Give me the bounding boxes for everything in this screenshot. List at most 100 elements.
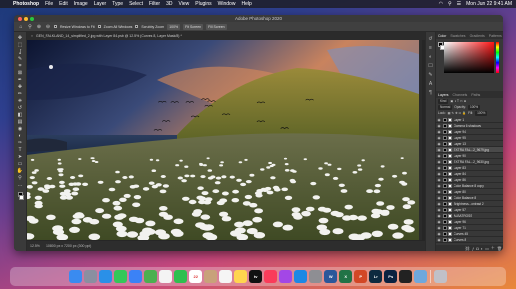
layer-mask-thumbnail[interactable] xyxy=(448,225,452,230)
dock-safari-icon[interactable] xyxy=(99,270,113,283)
scrubby-zoom-checkbox[interactable] xyxy=(135,25,139,28)
menu-help[interactable]: Help xyxy=(238,1,254,7)
layer-mask-thumbnail[interactable] xyxy=(448,219,452,224)
dock-mail-icon[interactable] xyxy=(129,270,143,283)
dock-finder-icon[interactable] xyxy=(69,270,83,283)
hand-icon[interactable]: ✋ xyxy=(17,168,24,175)
dock-contacts-icon[interactable] xyxy=(204,270,218,283)
zoom-in-icon[interactable]: ⊕ xyxy=(36,24,42,30)
frame-icon[interactable]: ⊠ xyxy=(17,70,24,77)
dock-word-icon[interactable]: W xyxy=(324,270,338,283)
crop-icon[interactable]: ⌗ xyxy=(17,63,24,70)
tab-layers[interactable]: Layers xyxy=(436,93,451,97)
marquee-icon[interactable]: ⬚ xyxy=(17,42,24,49)
visibility-eye-icon[interactable]: ◉ xyxy=(437,232,441,236)
eyedropper-icon[interactable]: ✒ xyxy=(17,77,24,84)
layer-mask-thumbnail[interactable] xyxy=(448,147,452,152)
brush-settings-icon[interactable]: ✎ xyxy=(428,72,434,78)
canvas-image[interactable] xyxy=(27,40,422,240)
visibility-eye-icon[interactable]: ◉ xyxy=(437,172,441,176)
tab-gradients[interactable]: Gradients xyxy=(468,34,487,38)
kind-filter[interactable]: Kind xyxy=(438,98,449,104)
visibility-eye-icon[interactable]: ◉ xyxy=(437,118,441,122)
layer-mask-thumbnail[interactable] xyxy=(448,237,452,242)
control-center-icon[interactable]: ☰ xyxy=(457,1,461,7)
more-tools-icon[interactable]: … xyxy=(17,182,24,189)
zoom-all-checkbox[interactable] xyxy=(97,25,101,28)
pen-icon[interactable]: ✑ xyxy=(17,140,24,147)
layer-mask-thumbnail[interactable] xyxy=(448,135,452,140)
visibility-eye-icon[interactable]: ◉ xyxy=(437,142,441,146)
wifi-icon[interactable]: ◠ xyxy=(439,1,443,7)
dock-photoshop-icon[interactable]: Ps xyxy=(384,270,398,283)
dock-system-preferences-icon[interactable] xyxy=(309,270,323,283)
visibility-eye-icon[interactable]: ◉ xyxy=(437,160,441,164)
background-swatch[interactable] xyxy=(19,195,24,200)
tab-swatches[interactable]: Swatches xyxy=(448,34,467,38)
menu-view[interactable]: View xyxy=(176,1,193,7)
visibility-eye-icon[interactable]: ◉ xyxy=(437,166,441,170)
blend-mode-select[interactable]: Normal xyxy=(438,104,453,110)
status-zoom[interactable]: 12.5% xyxy=(30,244,40,248)
layer-row[interactable]: ◉ Curves 8 xyxy=(436,237,503,243)
tab-channels[interactable]: Channels xyxy=(451,93,470,97)
fx-icon[interactable]: ƒ xyxy=(472,246,474,251)
add-mask-icon[interactable]: ◘ xyxy=(476,246,478,251)
adjustment-layer-icon[interactable]: ◐ xyxy=(481,246,483,251)
dock-preview-icon[interactable] xyxy=(414,270,428,283)
zoom-icon[interactable]: ⚲ xyxy=(17,175,24,182)
dock-lightroom-icon[interactable]: Lr xyxy=(369,270,383,283)
dock-notes-icon[interactable] xyxy=(234,270,248,283)
layer-mask-thumbnail[interactable] xyxy=(448,213,452,218)
filter-icons[interactable]: ▣ ◑ T ▭ ⊞ xyxy=(450,99,466,103)
dock-launchpad-icon[interactable] xyxy=(84,270,98,283)
layer-mask-thumbnail[interactable] xyxy=(448,141,452,146)
brush-icon[interactable]: ✏ xyxy=(17,91,24,98)
healing-icon[interactable]: ✚ xyxy=(17,84,24,91)
fill-input[interactable]: 100% xyxy=(475,110,488,116)
layer-mask-thumbnail[interactable] xyxy=(448,123,452,128)
dock-excel-icon[interactable]: X xyxy=(339,270,353,283)
visibility-eye-icon[interactable]: ◉ xyxy=(437,136,441,140)
shape-icon[interactable]: ▭ xyxy=(17,161,24,168)
type-icon[interactable]: T xyxy=(17,147,24,154)
blur-icon[interactable]: ◉ xyxy=(17,126,24,133)
dock-final-cut-icon[interactable] xyxy=(399,270,413,283)
dodge-icon[interactable]: ◐ xyxy=(17,133,24,140)
new-layer-icon[interactable]: ＋ xyxy=(491,245,495,251)
dock-tv-icon[interactable]: tv xyxy=(249,270,263,283)
move-icon[interactable]: ✥ xyxy=(17,35,24,42)
dock-maps-icon[interactable] xyxy=(144,270,158,283)
visibility-eye-icon[interactable]: ◉ xyxy=(437,130,441,134)
close-icon[interactable]: × xyxy=(31,34,33,38)
dock-music-icon[interactable] xyxy=(264,270,278,283)
eraser-icon[interactable]: ◧ xyxy=(17,112,24,119)
visibility-eye-icon[interactable]: ◉ xyxy=(437,208,441,212)
group-icon[interactable]: ▭ xyxy=(485,246,489,251)
properties-icon[interactable]: ≡ xyxy=(428,45,434,51)
tab-color[interactable]: Color xyxy=(436,34,448,38)
menu-plugins[interactable]: Plugins xyxy=(192,1,214,7)
layer-mask-thumbnail[interactable] xyxy=(448,117,452,122)
menu-select[interactable]: Select xyxy=(126,1,146,7)
visibility-eye-icon[interactable]: ◉ xyxy=(437,202,441,206)
menu-clock[interactable]: Mon Jun 22 9:41 AM xyxy=(466,1,512,7)
menu-3d[interactable]: 3D xyxy=(163,1,175,7)
tab-patterns[interactable]: Patterns xyxy=(487,34,503,38)
visibility-eye-icon[interactable]: ◉ xyxy=(437,178,441,182)
layer-mask-thumbnail[interactable] xyxy=(448,177,452,182)
layer-mask-thumbnail[interactable] xyxy=(448,195,452,200)
lock-icons[interactable]: ▦ ✎ ✥ ⊡ 🔒 xyxy=(448,111,467,115)
zoom-100-button[interactable]: 100% xyxy=(167,23,181,30)
dock-calendar-icon[interactable]: 22 xyxy=(189,270,203,283)
layer-mask-thumbnail[interactable] xyxy=(448,165,452,170)
visibility-eye-icon[interactable]: ◉ xyxy=(437,214,441,218)
menu-layer[interactable]: Layer xyxy=(91,1,110,7)
visibility-eye-icon[interactable]: ◉ xyxy=(437,154,441,158)
opacity-input[interactable]: 100% xyxy=(467,104,481,110)
character-icon[interactable]: A xyxy=(428,81,434,87)
history-icon[interactable]: ↺ xyxy=(428,36,434,42)
history-brush-icon[interactable]: ↺ xyxy=(17,105,24,112)
visibility-eye-icon[interactable]: ◉ xyxy=(437,220,441,224)
menu-edit[interactable]: Edit xyxy=(56,1,71,7)
